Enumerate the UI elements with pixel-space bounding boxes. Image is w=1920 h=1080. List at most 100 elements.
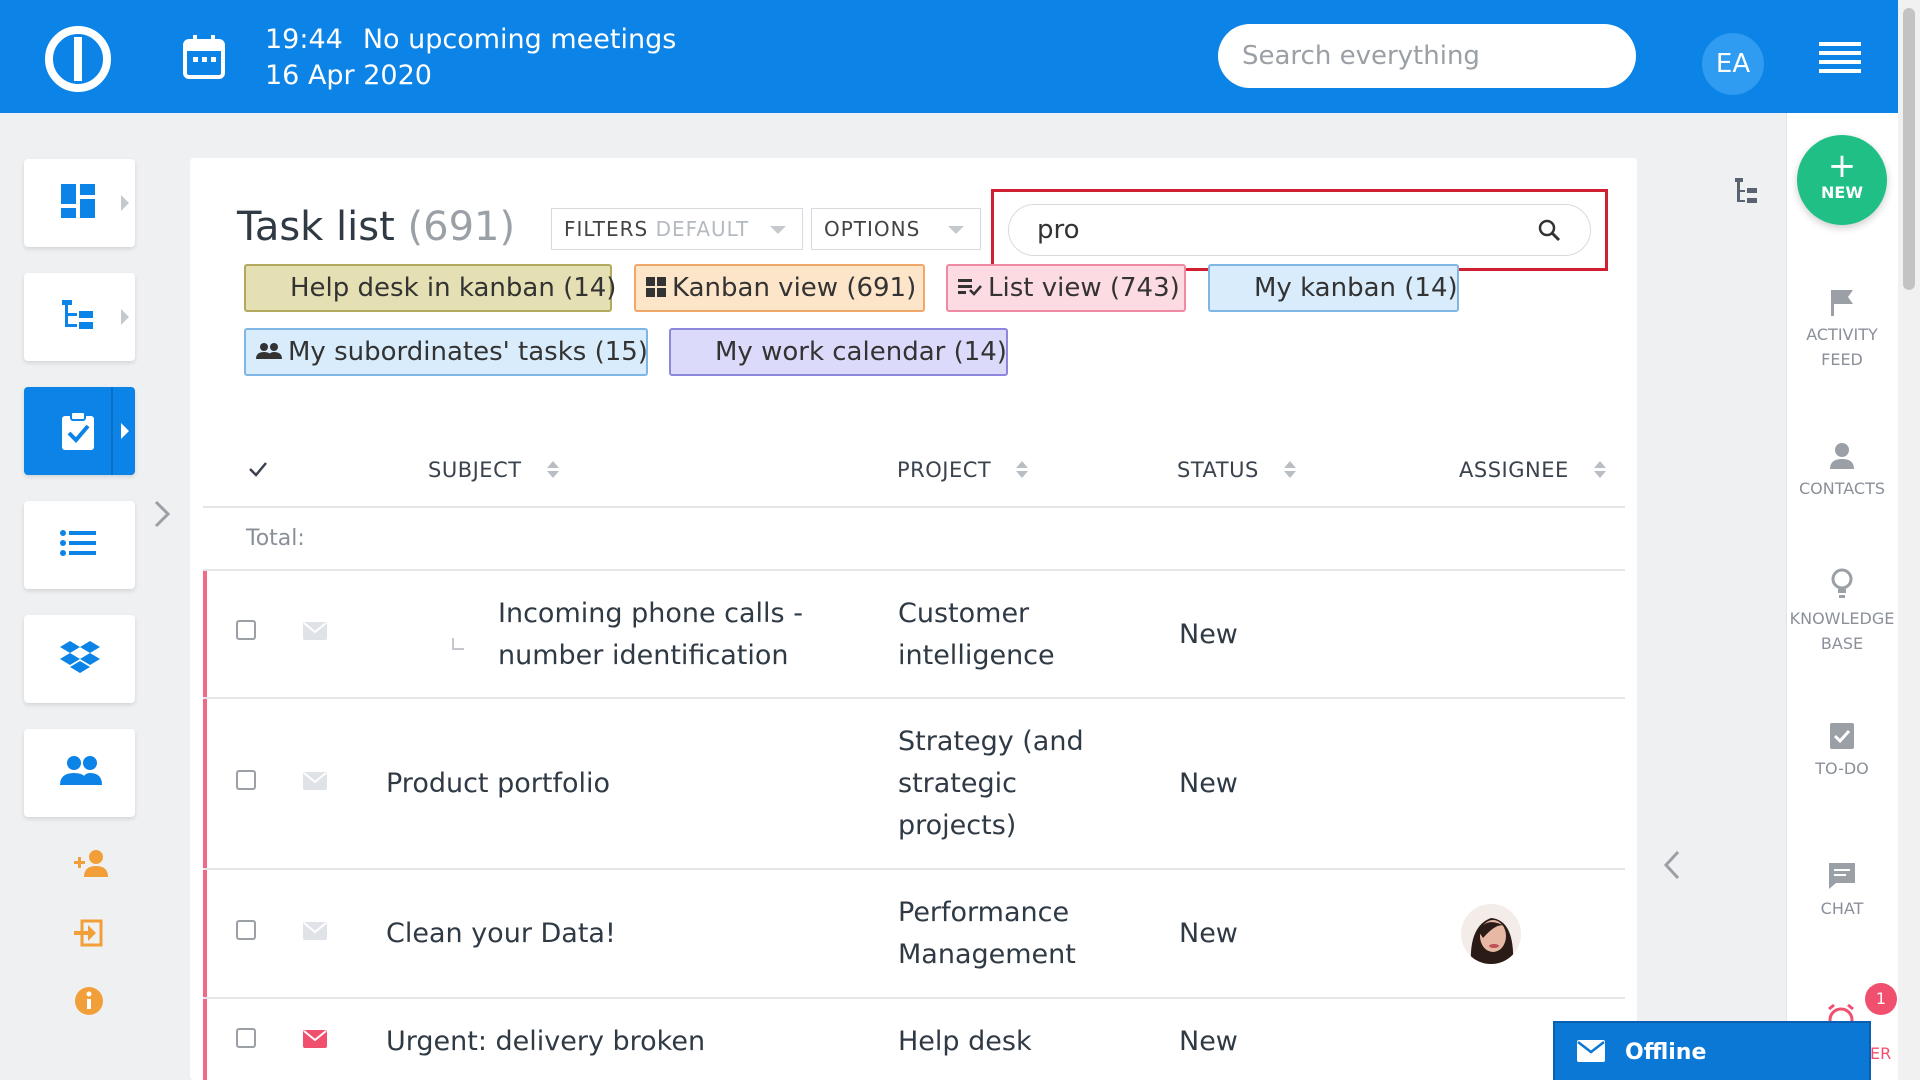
list-check-icon	[958, 278, 982, 296]
chat-button[interactable]: CHAT	[1786, 862, 1898, 921]
top-header: 19:44 No upcoming meetings 16 Apr 2020 EA	[0, 0, 1898, 113]
sort-icon	[1283, 461, 1296, 481]
task-subject-link[interactable]: Clean your Data!	[386, 913, 616, 955]
todo-button[interactable]: TO-DO	[1786, 720, 1898, 781]
plus-icon: +	[1827, 146, 1857, 186]
flag-icon	[1831, 290, 1853, 316]
list-icon	[60, 530, 96, 556]
task-project[interactable]: Help desk	[898, 1021, 1032, 1063]
row-checkbox[interactable]	[236, 1028, 256, 1048]
sidebar-item-users[interactable]	[24, 729, 135, 817]
offline-chat-button[interactable]: Offline	[1553, 1021, 1871, 1080]
expand-arrow-icon	[121, 195, 129, 211]
add-user-icon[interactable]	[74, 849, 110, 881]
calendar-icon[interactable]	[183, 35, 225, 79]
total-label: Total:	[246, 526, 305, 551]
sidebar-item-structure[interactable]	[24, 273, 135, 361]
check-all-icon[interactable]	[247, 458, 269, 480]
expand-arrow-icon	[121, 309, 129, 325]
expand-arrow-icon	[121, 423, 129, 439]
saved-query-chip[interactable]: My subordinates' tasks (15)	[244, 328, 648, 376]
menu-icon[interactable]	[1819, 42, 1861, 73]
assignee-avatar[interactable]	[1461, 904, 1521, 964]
users-icon	[60, 756, 102, 785]
mail-icon[interactable]	[303, 772, 327, 790]
saved-query-chip[interactable]: Kanban view (691)	[634, 264, 925, 312]
new-button[interactable]: + NEW	[1797, 135, 1887, 225]
highlight-box	[991, 189, 1608, 271]
knowledge-base-button[interactable]: KNOWLEDGE BASE	[1786, 568, 1898, 656]
group-icon	[256, 342, 282, 359]
chevron-down-icon	[948, 226, 964, 234]
structure-icon	[62, 300, 93, 329]
column-header-project[interactable]: PROJECT	[897, 455, 1029, 485]
app-logo-icon[interactable]	[44, 25, 112, 93]
login-icon[interactable]	[74, 918, 110, 950]
meetings-status: No upcoming meetings	[362, 24, 677, 55]
task-subject-link[interactable]: Incoming phone calls - number identifica…	[498, 593, 803, 677]
task-project[interactable]: Customer intelligence	[898, 593, 1055, 677]
dashboard-icon	[61, 184, 95, 218]
person-icon	[1830, 443, 1854, 469]
collapse-sidebar-icon[interactable]	[152, 500, 172, 528]
sort-icon	[1016, 461, 1029, 481]
divider	[203, 569, 1625, 571]
task-status: New	[1179, 768, 1238, 799]
task-project[interactable]: Strategy (and strategic projects)	[898, 721, 1084, 847]
row-checkbox[interactable]	[236, 620, 256, 640]
chat-bubble-icon	[1829, 863, 1855, 889]
divider	[203, 868, 1625, 870]
tree-view-icon[interactable]	[1735, 178, 1759, 204]
scrollbar-thumb[interactable]	[1903, 8, 1915, 290]
envelope-icon	[1577, 1040, 1605, 1062]
dropbox-icon	[60, 641, 100, 673]
global-search-input[interactable]	[1218, 24, 1636, 88]
column-header-status[interactable]: STATUS	[1177, 455, 1296, 485]
notification-badge[interactable]: 1	[1865, 983, 1897, 1015]
sort-icon	[1593, 461, 1606, 481]
mail-icon[interactable]	[303, 922, 327, 940]
mail-icon[interactable]	[303, 622, 327, 640]
page-scrollbar[interactable]	[1898, 0, 1920, 1080]
current-date: 16 Apr 2020	[265, 60, 432, 91]
contacts-button[interactable]: CONTACTS	[1786, 442, 1898, 501]
row-checkbox[interactable]	[236, 770, 256, 790]
task-status: New	[1179, 1026, 1238, 1057]
saved-query-chip[interactable]: Help desk in kanban (14)	[244, 264, 616, 312]
grid-icon	[646, 276, 666, 297]
sidebar-item-dashboard[interactable]	[24, 159, 135, 247]
task-status: New	[1179, 619, 1238, 650]
column-header-subject[interactable]: SUBJECT	[428, 455, 559, 485]
activity-feed-button[interactable]: ACTIVITY FEED	[1786, 288, 1898, 372]
subtask-indicator-icon	[452, 638, 464, 650]
clock-meetings[interactable]: 19:44 No upcoming meetings 16 Apr 2020	[265, 22, 676, 94]
task-subject-link[interactable]: Urgent: delivery broken	[386, 1021, 705, 1063]
divider	[203, 997, 1625, 999]
divider	[203, 506, 1625, 508]
task-count: (691)	[407, 204, 516, 250]
chevron-down-icon	[770, 226, 786, 234]
sidebar-item-tasks[interactable]	[24, 387, 135, 475]
options-dropdown[interactable]: OPTIONS	[811, 208, 981, 250]
saved-query-chip[interactable]: My work calendar (14)	[669, 328, 1008, 376]
expand-right-panel-icon[interactable]	[1662, 850, 1682, 880]
saved-query-chip[interactable]: My kanban (14)	[1208, 264, 1459, 312]
sidebar-item-dropbox[interactable]	[24, 615, 135, 703]
task-status: New	[1179, 918, 1238, 949]
row-accent-bar	[203, 571, 207, 1080]
info-icon[interactable]	[74, 986, 110, 1018]
filters-dropdown[interactable]: FILTERS DEFAULT	[551, 208, 803, 250]
row-checkbox[interactable]	[236, 920, 256, 940]
clipboard-check-icon	[1830, 723, 1854, 749]
task-subject-link[interactable]: Product portfolio	[386, 763, 610, 805]
column-header-assignee[interactable]: ASSIGNEE	[1459, 455, 1606, 485]
current-time: 19:44	[265, 24, 343, 55]
reminder-label: ER	[1870, 1044, 1892, 1063]
sidebar-item-list[interactable]	[24, 501, 135, 589]
lightbulb-icon	[1831, 568, 1853, 598]
tasks-icon	[62, 411, 94, 450]
task-project[interactable]: Performance Management	[898, 892, 1076, 976]
urgent-mail-icon[interactable]	[303, 1030, 327, 1048]
saved-query-chip[interactable]: List view (743)	[946, 264, 1186, 312]
user-avatar[interactable]: EA	[1702, 33, 1764, 95]
